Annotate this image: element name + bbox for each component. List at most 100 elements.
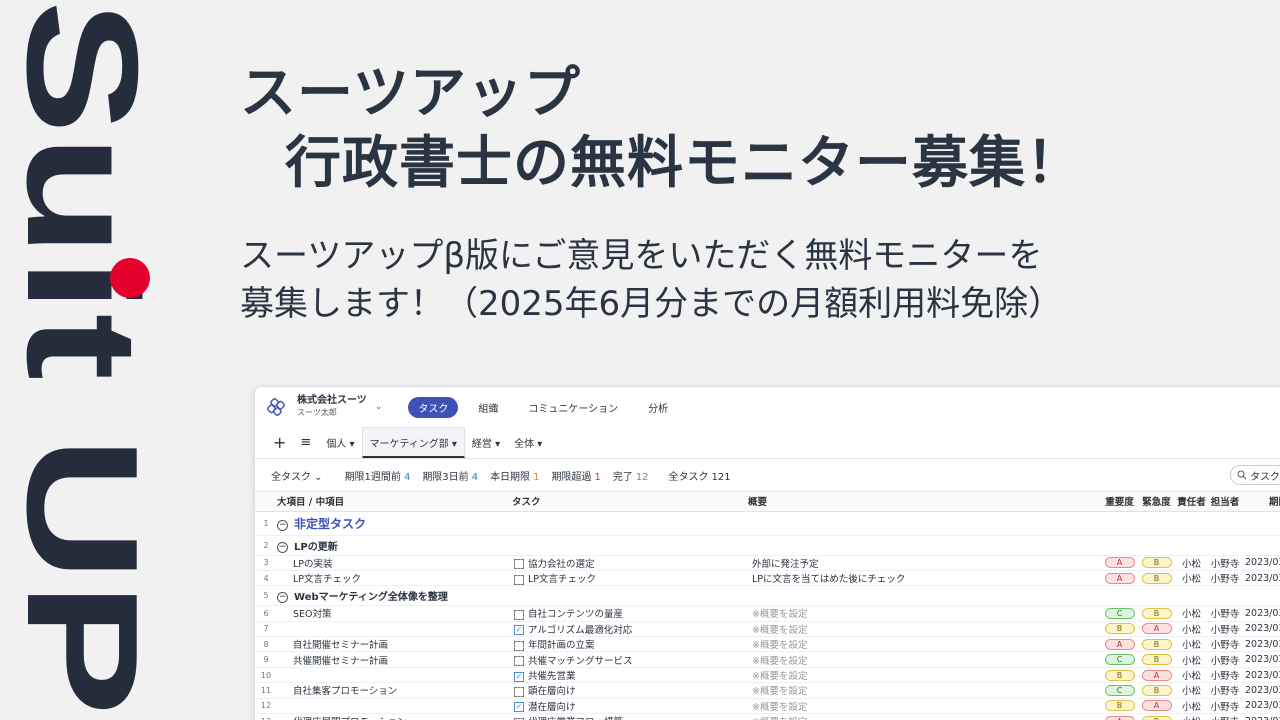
table-row[interactable]: 9 共催開催セミナー計画 共催マッチングサービス ※概要を設定 C B 小松 小野寺 2023/… [255,651,1280,668]
urgency-cell[interactable]: A [1138,698,1175,715]
chevron-down-icon[interactable]: ⌄ [375,402,383,412]
owner-cell[interactable]: 小松 [1175,651,1208,668]
importance-cell[interactable]: B [1101,698,1138,715]
checkbox-checked-icon[interactable]: ✓ [514,702,524,713]
owner-cell[interactable]: 小松 [1175,555,1208,571]
status-counter-5[interactable]: 全タスク 121 [669,468,731,483]
task-cell[interactable]: ✓ 潜在層向け [512,698,748,715]
suitup-logo-icon[interactable] [267,398,285,416]
summary-cell[interactable]: ※概要を設定 [748,605,1101,622]
view-tab-2[interactable]: 経営 ▾ [465,427,507,458]
urgency-cell[interactable]: B [1138,651,1175,668]
summary-cell[interactable]: LPに文言を当てはめた後にチェック [748,570,1101,587]
summary-cell[interactable]: ※概要を設定 [748,651,1101,668]
urgency-cell[interactable]: B [1138,636,1175,653]
column-header[interactable]: 期限 [1242,492,1280,512]
checkbox-icon[interactable] [514,609,524,620]
summary-cell[interactable]: ※概要を設定 [748,698,1101,715]
nav-tab-1[interactable]: 組織 [468,397,508,418]
column-header[interactable]: 責任者 [1175,492,1208,512]
due-cell[interactable]: 2023/03 [1242,636,1280,653]
assignee-cell[interactable]: 小野寺 [1208,713,1242,720]
table-row[interactable]: 12 ✓ 潜在層向け ※概要を設定 BA 小松小野寺 2023/03 [255,698,1280,715]
table-row[interactable]: 8 自社開催セミナー計画 年間計画の立案 ※概要を設定 AB 小松小野寺 2023/03 [255,636,1280,653]
owner-cell[interactable]: 小松 [1175,621,1208,638]
owner-cell[interactable]: 小松 [1175,570,1208,587]
task-cell[interactable]: 自社コンテンツの量産 [512,605,748,622]
owner-cell[interactable]: 小松 [1175,667,1208,684]
nav-tab-2[interactable]: コミュニケーション [518,397,628,418]
due-cell[interactable]: 2023/03 [1242,682,1280,699]
status-counter-1[interactable]: 期限3日前 4 [422,468,478,483]
importance-cell[interactable]: C [1101,651,1138,668]
importance-cell[interactable]: A [1101,713,1138,720]
task-cell[interactable]: ✓ アルゴリズム最適化対応 [512,621,748,638]
collapse-icon[interactable]: − [277,519,288,531]
checkbox-icon[interactable] [514,656,524,667]
column-header[interactable]: 緊急度 [1138,492,1175,512]
importance-cell[interactable]: A [1101,570,1138,587]
menu-icon[interactable]: ≡ [292,427,319,458]
importance-cell[interactable]: A [1101,636,1138,653]
summary-cell[interactable]: ※概要を設定 [748,621,1101,638]
search-input[interactable]: タスク [1230,465,1280,485]
due-cell[interactable]: 2023/03 [1242,651,1280,668]
view-tab-0[interactable]: 個人 ▾ [319,427,361,458]
assignee-cell[interactable]: 小野寺 [1208,555,1242,571]
summary-cell[interactable]: ※概要を設定 [748,636,1101,653]
task-cell[interactable]: 年間計画の立案 [512,636,748,653]
importance-cell[interactable]: C [1101,682,1138,699]
collapse-icon[interactable]: − [277,541,288,553]
task-cell[interactable]: 代理店営業フロー構築 [512,713,748,720]
table-row[interactable]: 3 LPの実装 協力会社の選定 外部に発注予定 AB 小松小野寺 2023/03 [255,555,1280,571]
task-cell[interactable]: 協力会社の選定 [512,555,748,571]
urgency-cell[interactable]: A [1138,621,1175,638]
nav-tab-0[interactable]: タスク [408,396,459,418]
due-cell[interactable]: 2023/03 [1242,713,1280,720]
task-cell[interactable]: ✓ 共催先営業 [512,667,748,684]
urgency-cell[interactable]: B [1138,555,1175,571]
importance-cell[interactable]: B [1101,667,1138,684]
task-cell[interactable]: 顕在層向け [512,682,748,699]
collapse-icon[interactable]: − [277,592,288,604]
due-cell[interactable]: 2023/03 [1242,555,1280,571]
add-view-button[interactable]: + [267,427,292,458]
table-row[interactable]: 2− LPの更新 [255,535,1280,556]
summary-cell[interactable]: ※概要を設定 [748,667,1101,684]
due-cell[interactable]: 2023/03 [1242,698,1280,715]
table-row[interactable]: 5− Webマーケティング全体像を整理 [255,585,1280,607]
assignee-cell[interactable]: 小野寺 [1208,651,1242,668]
owner-cell[interactable]: 小松 [1175,605,1208,622]
summary-cell[interactable]: ※概要を設定 [748,682,1101,699]
assignee-cell[interactable]: 小野寺 [1208,605,1242,622]
column-header[interactable]: 担当者 [1208,492,1242,512]
table-row[interactable]: 10 ✓ 共催先営業 ※概要を設定 BA 小松小野寺 2023/03 [255,667,1280,684]
view-tab-1[interactable]: マーケティング部 ▾ [361,427,465,458]
task-cell[interactable]: 共催マッチングサービス [512,651,748,668]
assignee-cell[interactable]: 小野寺 [1208,570,1242,587]
urgency-cell[interactable]: B [1138,605,1175,622]
summary-cell[interactable]: 外部に発注予定 [748,555,1101,571]
status-counter-3[interactable]: 期限超過 1 [551,468,600,483]
importance-cell[interactable]: C [1101,605,1138,622]
urgency-cell[interactable]: B [1138,570,1175,587]
checkbox-checked-icon[interactable]: ✓ [514,671,524,682]
owner-cell[interactable]: 小松 [1175,636,1208,653]
status-counter-0[interactable]: 期限1週間前 4 [345,468,411,483]
table-row[interactable]: 7 ✓ アルゴリズム最適化対応 ※概要を設定 BA 小松小野寺 2023/03 [255,621,1280,638]
table-row[interactable]: 1− 非定型タスク [255,511,1280,536]
checkbox-icon[interactable] [514,686,524,697]
summary-cell[interactable]: ※概要を設定 [748,713,1101,720]
urgency-cell[interactable]: A [1138,667,1175,684]
owner-cell[interactable]: 小松 [1175,682,1208,699]
table-row[interactable]: 11 自社集客プロモーション 顕在層向け ※概要を設定 CB 小松小野寺 2023/03 [255,682,1280,699]
checkbox-icon[interactable] [514,574,524,585]
urgency-cell[interactable]: B [1138,713,1175,720]
urgency-cell[interactable]: B [1138,682,1175,699]
assignee-cell[interactable]: 小野寺 [1208,667,1242,684]
assignee-cell[interactable]: 小野寺 [1208,682,1242,699]
due-cell[interactable]: 2023/03 [1242,570,1280,587]
column-header[interactable]: タスク [512,492,748,512]
checkbox-checked-icon[interactable]: ✓ [514,625,524,636]
column-header[interactable]: 大項目 / 中項目 [277,492,512,512]
